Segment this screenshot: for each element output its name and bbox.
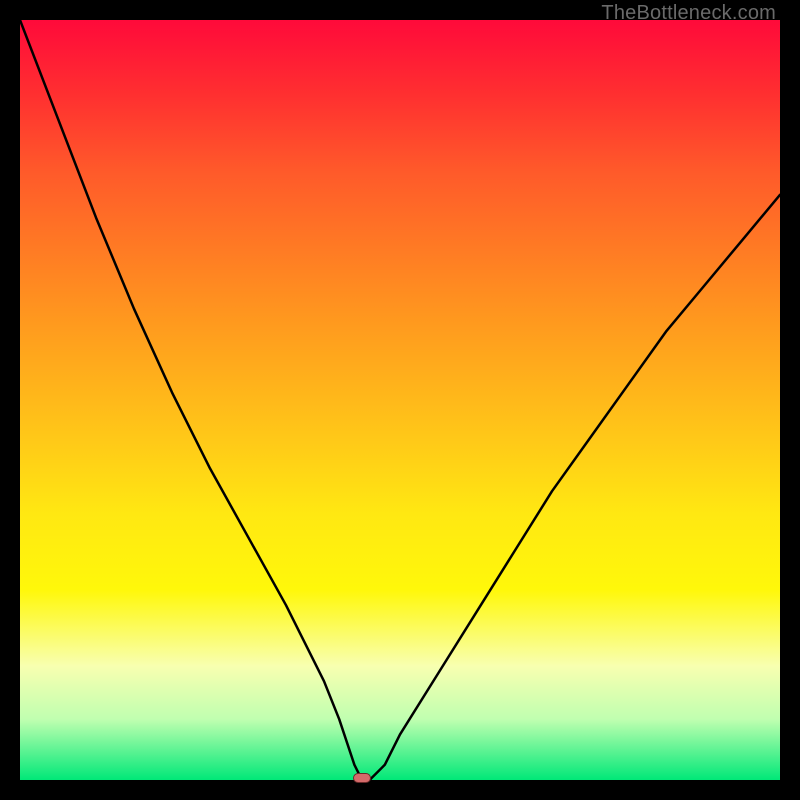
plot-area [20,20,780,780]
optimal-point-marker [353,773,371,783]
watermark-text: TheBottleneck.com [601,2,776,25]
chart-container: TheBottleneck.com [0,0,800,800]
